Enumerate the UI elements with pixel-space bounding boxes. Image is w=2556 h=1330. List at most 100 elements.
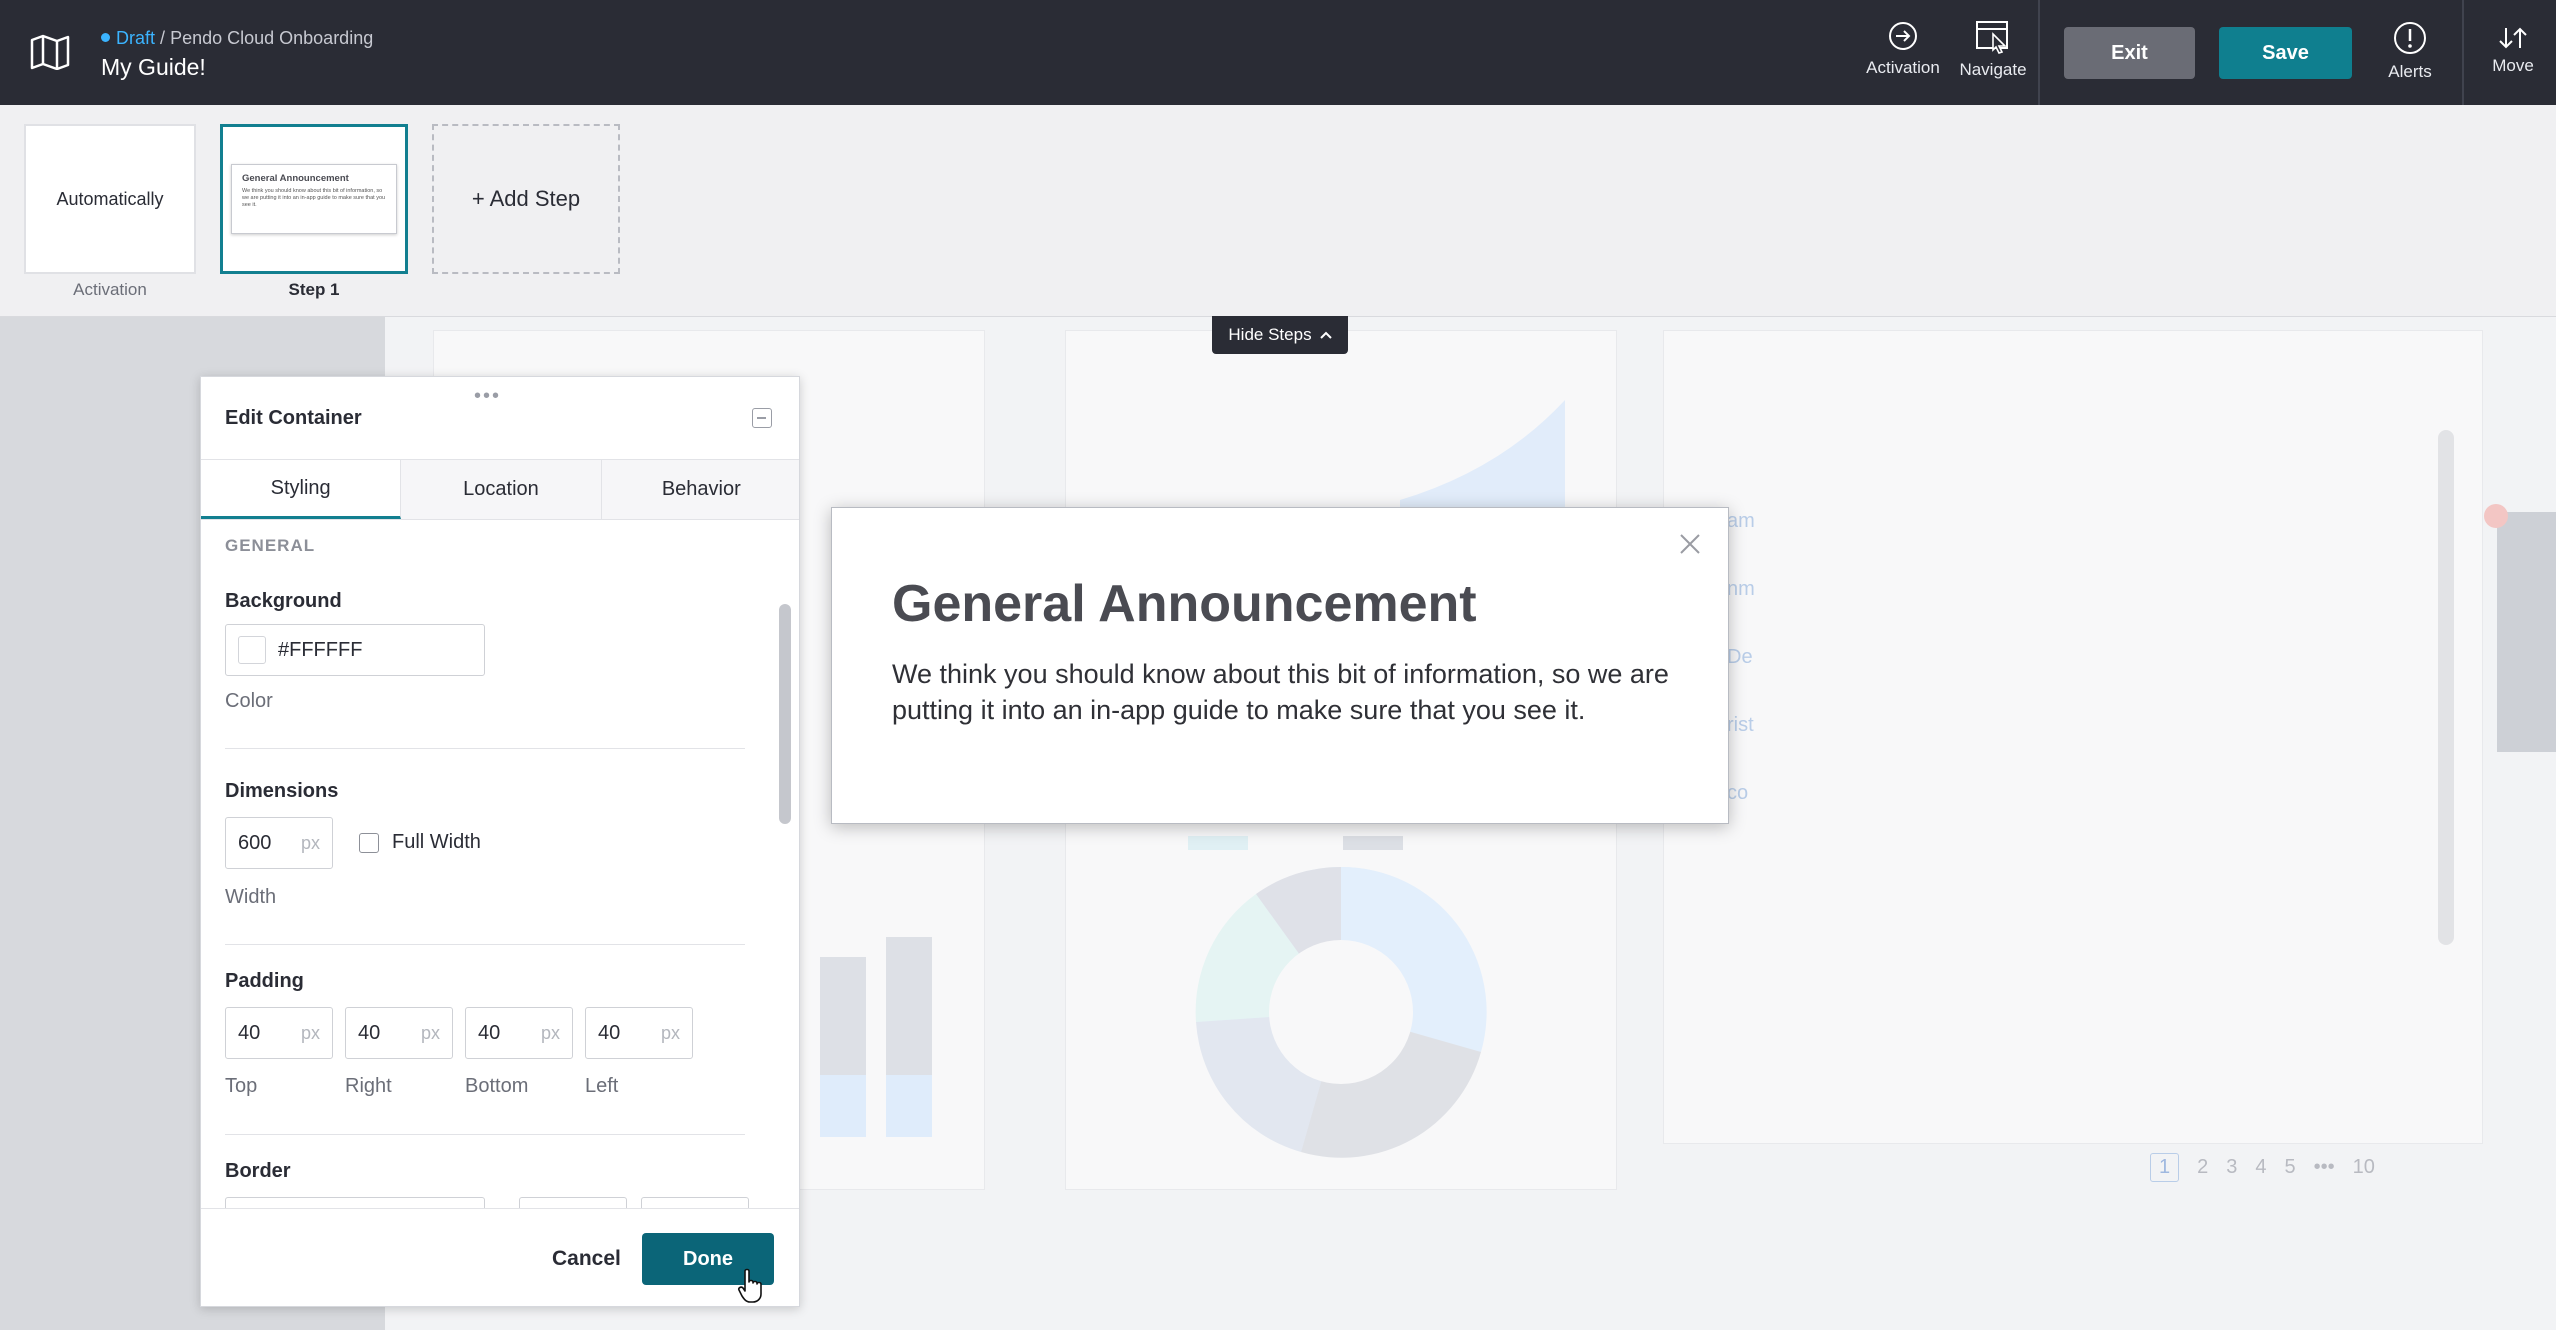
padding-top-unit: px [300, 1022, 320, 1043]
guide-container[interactable]: General Announcement We think you should… [831, 507, 1729, 824]
edit-container-panel: ••• Edit Container Styling Location Beha… [200, 376, 800, 1307]
hand-cursor-icon [738, 1268, 762, 1303]
list-fragment: rist [1727, 714, 1754, 736]
section-divider [225, 748, 745, 749]
navigate-label: Navigate [1959, 60, 2027, 79]
width-input[interactable]: 600 px [225, 817, 333, 869]
activation-label: Activation [1866, 58, 1940, 77]
page-link: 3 [2226, 1156, 2238, 1178]
activation-step-label: Activation [73, 280, 147, 299]
toolbar-divider [2462, 0, 2464, 105]
map-icon[interactable] [30, 34, 70, 70]
move-button[interactable]: Move [2470, 26, 2556, 76]
border-label: Border [225, 1160, 291, 1182]
page-link: 4 [2255, 1156, 2267, 1178]
close-icon[interactable] [1678, 532, 1702, 556]
steps-panel: Automatically Activation General Announc… [0, 105, 2556, 317]
page-link: 1 [2150, 1153, 2180, 1182]
padding-right-label: Right [345, 1075, 392, 1097]
padding-bottom-label: Bottom [465, 1075, 529, 1097]
page-link: 10 [2352, 1156, 2375, 1178]
background-pagination: 1 2 3 4 5 ••• 10 [2150, 1153, 2440, 1182]
step-1-card[interactable]: General Announcement We think you should… [220, 124, 408, 274]
minimize-icon[interactable] [752, 408, 772, 428]
thumbnail-title: General Announcement [242, 173, 349, 184]
padding-right-value: 40 [358, 1021, 381, 1044]
list-fragment: De [1727, 646, 1753, 668]
move-arrows-icon [2499, 27, 2527, 49]
padding-top-label: Top [225, 1075, 258, 1097]
list-fragment: am [1727, 510, 1755, 532]
panel-header[interactable]: ••• Edit Container [201, 377, 799, 460]
padding-bottom-input[interactable]: 40 px [465, 1007, 573, 1059]
hide-steps-label: Hide Steps [1228, 325, 1312, 344]
background-label: Background [225, 590, 342, 612]
panel-footer: Cancel Done [201, 1208, 799, 1306]
dimensions-label: Dimensions [225, 780, 339, 802]
section-divider [225, 1134, 745, 1135]
activation-mode: Automatically [56, 188, 164, 209]
padding-bottom-value: 40 [478, 1021, 501, 1044]
padding-left-value: 40 [598, 1021, 621, 1044]
designer-top-bar: Draft / Pendo Cloud Onboarding My Guide!… [0, 0, 2556, 105]
full-width-label: Full Width [392, 831, 481, 853]
border-color-field[interactable] [225, 1197, 485, 1208]
tab-behavior[interactable]: Behavior [601, 460, 799, 519]
tab-styling[interactable]: Styling [201, 460, 402, 519]
step-1-label: Step 1 [288, 280, 340, 299]
guide-heading[interactable]: General Announcement [892, 574, 1477, 634]
padding-label: Padding [225, 970, 304, 992]
exit-button[interactable]: Exit [2064, 27, 2195, 79]
border-radius-field[interactable] [641, 1197, 749, 1208]
page-link: 5 [2284, 1156, 2296, 1178]
padding-bottom-unit: px [540, 1022, 560, 1043]
tab-location[interactable]: Location [401, 460, 602, 519]
add-step-button[interactable]: + Add Step [432, 124, 620, 274]
section-heading: GENERAL [225, 536, 316, 555]
draft-status-dot [101, 33, 110, 42]
panel-body: GENERAL Background #FFFFFF Color Dimensi… [201, 520, 771, 1208]
breadcrumb: Draft / Pendo Cloud Onboarding [101, 28, 373, 49]
cancel-button[interactable]: Cancel [552, 1247, 621, 1271]
background-color-value: #FFFFFF [278, 638, 363, 661]
color-swatch[interactable] [238, 636, 266, 664]
border-width-field[interactable] [519, 1197, 627, 1208]
alerts-label: Alerts [2388, 62, 2432, 81]
alerts-button[interactable]: Alerts [2370, 20, 2450, 82]
padding-left-input[interactable]: 40 px [585, 1007, 693, 1059]
color-label: Color [225, 690, 273, 712]
navigate-icon [1976, 21, 2008, 54]
width-label: Width [225, 886, 277, 908]
arrow-circle-icon [1889, 22, 1917, 50]
navigate-button[interactable]: Navigate [1952, 20, 2034, 80]
width-unit: px [300, 832, 320, 853]
step-1-thumbnail: General Announcement We think you should… [231, 164, 397, 234]
width-value: 600 [238, 831, 272, 854]
guide-title[interactable]: My Guide! [101, 54, 206, 81]
toolbar-divider [2038, 0, 2040, 105]
alert-icon [2394, 22, 2426, 54]
status-badge: Draft [116, 28, 156, 48]
padding-left-unit: px [660, 1022, 680, 1043]
panel-scrollbar[interactable] [779, 604, 791, 824]
background-color-field[interactable]: #FFFFFF [225, 624, 485, 676]
guide-body-text[interactable]: We think you should know about this bit … [892, 656, 1682, 728]
padding-right-input[interactable]: 40 px [345, 1007, 453, 1059]
page-link: 2 [2197, 1156, 2209, 1178]
full-width-checkbox[interactable] [359, 833, 379, 853]
padding-top-input[interactable]: 40 px [225, 1007, 333, 1059]
save-button[interactable]: Save [2219, 27, 2352, 79]
chevron-up-icon [1319, 331, 1332, 339]
panel-title: Edit Container [225, 407, 362, 429]
thumbnail-body: We think you should know about this bit … [242, 188, 386, 208]
activation-step-card[interactable]: Automatically [24, 124, 196, 274]
hide-steps-button[interactable]: Hide Steps [1212, 316, 1348, 354]
panel-tabs: Styling Location Behavior [201, 460, 799, 520]
activation-button[interactable]: Activation [1862, 20, 1944, 78]
section-divider [225, 944, 745, 945]
padding-top-value: 40 [238, 1021, 261, 1044]
padding-right-unit: px [420, 1022, 440, 1043]
drag-handle-icon[interactable]: ••• [474, 385, 501, 408]
list-fragment: nm [1727, 578, 1755, 600]
app-name[interactable]: Pendo Cloud Onboarding [170, 28, 373, 48]
